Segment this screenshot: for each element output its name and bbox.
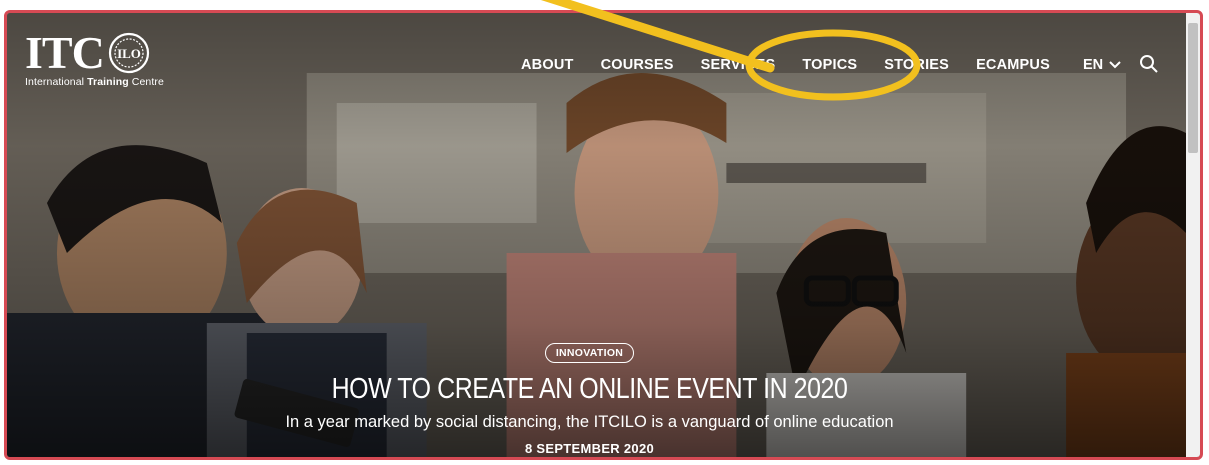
nav-item-ecampus[interactable]: ECAMPUS: [976, 57, 1050, 73]
page-scrollbar[interactable]: [1186, 13, 1200, 457]
language-selector[interactable]: EN: [1083, 57, 1121, 73]
nav-item-services[interactable]: SERVICES: [701, 57, 776, 73]
hero-date: 8 SEPTEMBER 2020: [524, 441, 655, 456]
main-nav: ABOUT COURSES SERVICES TOPICS STORIES EC…: [521, 57, 1121, 73]
search-icon[interactable]: [1139, 54, 1159, 74]
logo-wordmark: ITC: [25, 27, 105, 78]
nav-item-stories[interactable]: STORIES: [884, 57, 949, 73]
hero-headline[interactable]: HOW TO CREATE AN ONLINE EVENT IN 2020: [89, 373, 1091, 406]
nav-item-about[interactable]: ABOUT: [521, 57, 574, 73]
nav-item-courses[interactable]: COURSES: [601, 57, 674, 73]
logo-subtitle-part: International: [25, 76, 88, 88]
hero-subtitle: In a year marked by social distancing, t…: [285, 413, 894, 431]
nav-item-topics[interactable]: TOPICS: [802, 57, 857, 73]
browser-viewport: ITC ILO International Training Centre AB…: [4, 10, 1203, 460]
ilo-seal-icon: ILO: [108, 32, 149, 74]
logo-subtitle-tail: Centre: [128, 76, 164, 88]
logo-subtitle-bold: Training: [87, 76, 129, 88]
hero-banner: ITC ILO International Training Centre AB…: [7, 13, 1186, 457]
hero-caption: INNOVATION HOW TO CREATE AN ONLINE EVENT…: [7, 343, 1172, 456]
chevron-down-icon: [1109, 61, 1121, 69]
itc-logo[interactable]: ITC ILO International Training Centre: [25, 27, 164, 89]
logo-subtitle: International Training Centre: [25, 76, 164, 88]
category-badge[interactable]: INNOVATION: [544, 343, 635, 363]
ilo-seal-text: ILO: [117, 46, 141, 61]
scrollbar-thumb[interactable]: [1188, 23, 1198, 153]
language-label: EN: [1082, 57, 1104, 73]
